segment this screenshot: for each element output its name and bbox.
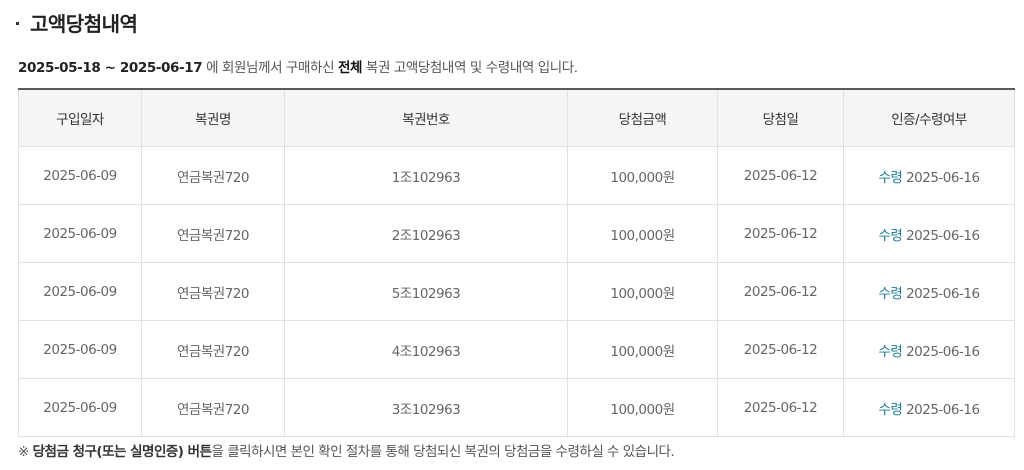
lottery-name-cell: 연금복권720 xyxy=(141,378,285,437)
table-row: 2025-06-09 연금복권720 1조102963 100,000원 202… xyxy=(18,146,1015,205)
ticket-number-cell: 5조102963 xyxy=(284,262,568,321)
claim-instruction-note: ※ 당첨금 청구(또는 실명인증) 버튼을 클릭하시면 본인 확인 절차를 통해… xyxy=(18,440,675,460)
claim-status-cell: 수령 2025-06-16 xyxy=(843,378,1015,437)
purchase-date-cell: 2025-06-09 xyxy=(18,146,142,205)
note-prefix: ※ xyxy=(18,444,33,460)
table-header-row: 구입일자 복권명 복권번호 당첨금액 당첨일 인증/수령여부 xyxy=(18,89,1015,147)
column-header-prize-amount: 당첨금액 xyxy=(567,89,718,147)
lottery-name-cell: 연금복권720 xyxy=(141,320,285,379)
summary-text-before: 에 회원님께서 구매하신 xyxy=(202,60,338,76)
summary-text-after: 복권 고액당첨내역 및 수령내역 입니다. xyxy=(362,60,578,76)
column-header-lottery-name: 복권명 xyxy=(141,89,285,147)
win-date-cell: 2025-06-12 xyxy=(717,204,844,263)
claim-status-cell: 수령 2025-06-16 xyxy=(843,204,1015,263)
lottery-name-cell: 연금복권720 xyxy=(141,262,285,321)
table-row: 2025-06-09 연금복권720 4조102963 100,000원 202… xyxy=(18,320,1015,379)
win-date-cell: 2025-06-12 xyxy=(717,320,844,379)
claim-status-label: 수령 xyxy=(878,227,903,244)
claim-status-date: 2025-06-16 xyxy=(906,169,980,186)
high-prize-history-page: 고액당첨내역 2025-05-18 ~ 2025-06-17 에 회원님께서 구… xyxy=(0,0,1024,470)
prize-amount-cell: 100,000원 xyxy=(567,378,718,437)
table-row: 2025-06-09 연금복권720 5조102963 100,000원 202… xyxy=(18,262,1015,321)
column-header-claim-status: 인증/수령여부 xyxy=(843,89,1015,147)
page-title: 고액당첨내역 xyxy=(30,11,138,36)
prize-amount-cell: 100,000원 xyxy=(567,204,718,263)
ticket-number-cell: 3조102963 xyxy=(284,378,568,437)
purchase-date-cell: 2025-06-09 xyxy=(18,320,142,379)
claim-status-cell: 수령 2025-06-16 xyxy=(843,320,1015,379)
prize-amount-cell: 100,000원 xyxy=(567,320,718,379)
win-date-cell: 2025-06-12 xyxy=(717,146,844,205)
claim-status-date: 2025-06-16 xyxy=(906,227,980,244)
note-text: 을 클릭하시면 본인 확인 절차를 통해 당첨되신 복권의 당첨금을 수령하실 … xyxy=(211,444,675,460)
claim-status-cell: 수령 2025-06-16 xyxy=(843,262,1015,321)
purchase-date-cell: 2025-06-09 xyxy=(18,262,142,321)
claim-status-label: 수령 xyxy=(878,285,903,302)
purchase-date-cell: 2025-06-09 xyxy=(18,378,142,437)
summary-scope: 전체 xyxy=(337,60,363,76)
claim-status-label: 수령 xyxy=(878,401,903,418)
win-date-cell: 2025-06-12 xyxy=(717,378,844,437)
column-header-purchase-date: 구입일자 xyxy=(18,89,142,147)
claim-status-date: 2025-06-16 xyxy=(906,285,980,302)
purchase-date-cell: 2025-06-09 xyxy=(18,204,142,263)
column-header-ticket-number: 복권번호 xyxy=(284,89,568,147)
claim-status-cell: 수령 2025-06-16 xyxy=(843,146,1015,205)
bullet-icon xyxy=(16,21,19,25)
ticket-number-cell: 1조102963 xyxy=(284,146,568,205)
table-row: 2025-06-09 연금복권720 2조102963 100,000원 202… xyxy=(18,204,1015,263)
prize-history-table: 구입일자 복권명 복권번호 당첨금액 당첨일 인증/수령여부 2025-06-0… xyxy=(18,88,1015,437)
claim-status-date: 2025-06-16 xyxy=(906,343,980,360)
table-row: 2025-06-09 연금복권720 3조102963 100,000원 202… xyxy=(18,378,1015,437)
column-header-win-date: 당첨일 xyxy=(717,89,844,147)
claim-status-date: 2025-06-16 xyxy=(906,401,980,418)
lottery-name-cell: 연금복권720 xyxy=(141,146,285,205)
note-emphasis: 당첨금 청구(또는 실명인증) 버튼 xyxy=(32,444,212,460)
claim-status-label: 수령 xyxy=(878,169,903,186)
period-summary: 2025-05-18 ~ 2025-06-17 에 회원님께서 구매하신 전체 … xyxy=(18,56,578,76)
win-date-cell: 2025-06-12 xyxy=(717,262,844,321)
claim-status-label: 수령 xyxy=(878,343,903,360)
ticket-number-cell: 4조102963 xyxy=(284,320,568,379)
prize-amount-cell: 100,000원 xyxy=(567,262,718,321)
prize-amount-cell: 100,000원 xyxy=(567,146,718,205)
period-range: 2025-05-18 ~ 2025-06-17 xyxy=(18,60,203,76)
ticket-number-cell: 2조102963 xyxy=(284,204,568,263)
section-header: 고액당첨내역 xyxy=(16,6,138,38)
lottery-name-cell: 연금복권720 xyxy=(141,204,285,263)
